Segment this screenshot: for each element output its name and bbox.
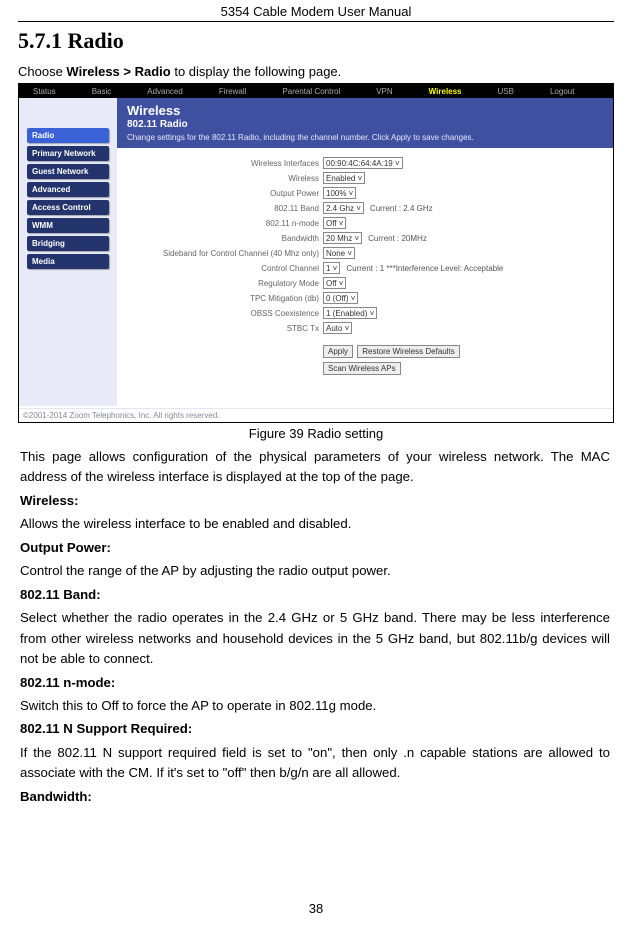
select-stbc-tx[interactable]: Auto ˅ [323,322,352,334]
sidebar-item-guest-network[interactable]: Guest Network [27,164,109,179]
sidebar: Radio Primary Network Guest Network Adva… [19,98,117,406]
content-title: Wireless [127,103,603,118]
tab-firewall[interactable]: Firewall [219,87,247,96]
tab-parental[interactable]: Parental Control [282,87,340,96]
heading-bandwidth: Bandwidth: [20,787,610,807]
tab-logout[interactable]: Logout [550,87,574,96]
label-obss: OBSS Coexistence [127,309,323,318]
para-nmode: Switch this to Off to force the AP to op… [20,696,610,716]
select-tpc-mitigation[interactable]: 0 (Off) ˅ [323,292,358,304]
tab-wireless[interactable]: Wireless [429,87,462,96]
tab-status[interactable]: Status [33,87,56,96]
select-wireless-interfaces[interactable]: 00:90:4C:64:4A:19 ˅ [323,157,403,169]
content-pane: Wireless 802.11 Radio Change settings fo… [117,98,613,406]
label-output-power: Output Power [127,189,323,198]
control-channel-current: Current : 1 ***Interference Level: Accep… [346,264,503,273]
label-bandwidth: Bandwidth [127,234,323,243]
label-tpc-mitigation: TPC Mitigation (db) [127,294,323,303]
body-text: This page allows configuration of the ph… [18,447,614,807]
tab-vpn[interactable]: VPN [376,87,392,96]
heading-band: 802.11 Band: [20,585,610,605]
scan-aps-button[interactable]: Scan Wireless APs [323,362,401,375]
restore-defaults-button[interactable]: Restore Wireless Defaults [357,345,459,358]
sidebar-item-primary-network[interactable]: Primary Network [27,146,109,161]
label-nmode: 802.11 n-mode [127,219,323,228]
select-nmode[interactable]: Off ˅ [323,217,346,229]
tab-usb[interactable]: USB [498,87,514,96]
sidebar-item-access-control[interactable]: Access Control [27,200,109,215]
para-wireless: Allows the wireless interface to be enab… [20,514,610,534]
para-n-support: If the 802.11 N support required field i… [20,743,610,784]
sidebar-item-advanced[interactable]: Advanced [27,182,109,197]
heading-nmode: 802.11 n-mode: [20,673,610,693]
select-wireless[interactable]: Enabled ˅ [323,172,365,184]
intro-paragraph: This page allows configuration of the ph… [20,447,610,488]
label-control-channel: Control Channel [127,264,323,273]
page-number: 38 [0,901,632,916]
select-regulatory-mode[interactable]: Off ˅ [323,277,346,289]
select-sideband[interactable]: None ˅ [323,247,355,259]
bandwidth-current: Current : 20MHz [368,234,427,243]
content-description: Change settings for the 802.11 Radio, in… [127,133,603,142]
select-band[interactable]: 2.4 Ghz ˅ [323,202,364,214]
label-stbc-tx: STBC Tx [127,324,323,333]
sidebar-item-media[interactable]: Media [27,254,109,269]
instruction-prefix: Choose [18,64,66,79]
select-output-power[interactable]: 100% ˅ [323,187,356,199]
label-wireless: Wireless [127,174,323,183]
section-heading: 5.7.1 Radio [18,28,614,54]
label-band: 802.11 Band [127,204,323,213]
band-current: Current : 2.4 GHz [370,204,433,213]
select-obss[interactable]: 1 (Enabled) ˅ [323,307,377,319]
screenshot-figure: Status Basic Advanced Firewall Parental … [18,83,614,423]
top-tab-bar: Status Basic Advanced Firewall Parental … [19,84,613,98]
content-subtitle: 802.11 Radio [127,119,603,130]
label-wireless-interfaces: Wireless Interfaces [127,159,323,168]
settings-form: Wireless Interfaces00:90:4C:64:4A:19 ˅ W… [117,148,613,383]
sidebar-item-bridging[interactable]: Bridging [27,236,109,251]
instruction-line: Choose Wireless > Radio to display the f… [18,64,614,79]
select-bandwidth[interactable]: 20 Mhz ˅ [323,232,362,244]
para-band: Select whether the radio operates in the… [20,608,610,669]
screenshot-footer: ©2001-2014 Zoom Telephonics, Inc. All ri… [19,408,613,422]
label-regulatory-mode: Regulatory Mode [127,279,323,288]
document-header: 5354 Cable Modem User Manual [18,0,614,22]
sidebar-item-radio[interactable]: Radio [27,128,109,143]
heading-output-power: Output Power: [20,538,610,558]
select-control-channel[interactable]: 1 ˅ [323,262,340,274]
heading-n-support: 802.11 N Support Required: [20,719,610,739]
instruction-suffix: to display the following page. [171,64,342,79]
tab-advanced[interactable]: Advanced [147,87,183,96]
figure-caption: Figure 39 Radio setting [18,426,614,441]
para-output-power: Control the range of the AP by adjusting… [20,561,610,581]
instruction-path: Wireless > Radio [66,64,170,79]
heading-wireless: Wireless: [20,491,610,511]
label-sideband: Sideband for Control Channel (40 Mhz onl… [127,249,323,258]
sidebar-item-wmm[interactable]: WMM [27,218,109,233]
tab-basic[interactable]: Basic [92,87,112,96]
apply-button[interactable]: Apply [323,345,353,358]
